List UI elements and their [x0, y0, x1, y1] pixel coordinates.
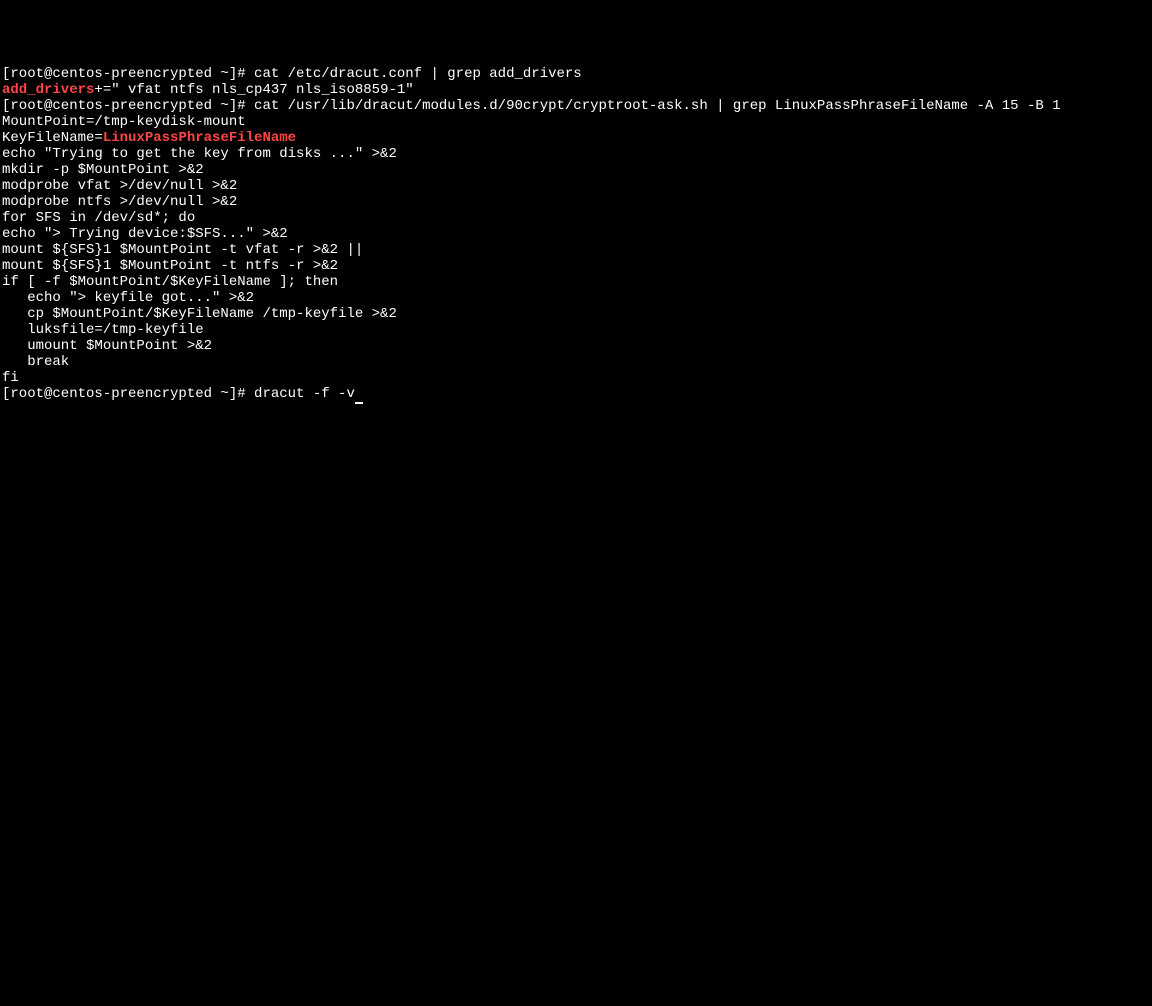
terminal-line: add_drivers+=" vfat ntfs nls_cp437 nls_i… [2, 82, 1150, 98]
prompt-line: [root@centos-preencrypted ~]# dracut -f … [2, 386, 355, 402]
terminal-line: cp $MountPoint/$KeyFileName /tmp-keyfile… [2, 306, 1150, 322]
terminal-line: for SFS in /dev/sd*; do [2, 210, 1150, 226]
terminal-line: [root@centos-preencrypted ~]# cat /usr/l… [2, 98, 1150, 114]
terminal-line: [root@centos-preencrypted ~]# dracut -f … [2, 386, 1150, 404]
terminal-line: echo "> keyfile got..." >&2 [2, 290, 1150, 306]
terminal-line: echo "Trying to get the key from disks .… [2, 146, 1150, 162]
terminal-line: modprobe ntfs >/dev/null >&2 [2, 194, 1150, 210]
text-segment: +=" vfat ntfs nls_cp437 nls_iso8859-1" [94, 82, 413, 98]
grep-match: add_drivers [2, 82, 94, 98]
terminal-line: mount ${SFS}1 $MountPoint -t vfat -r >&2… [2, 242, 1150, 258]
terminal-line: if [ -f $MountPoint/$KeyFileName ]; then [2, 274, 1150, 290]
terminal-line: luksfile=/tmp-keyfile [2, 322, 1150, 338]
cursor-icon [355, 386, 363, 404]
terminal-line: echo "> Trying device:$SFS..." >&2 [2, 226, 1150, 242]
terminal-screen[interactable]: [root@centos-preencrypted ~]# cat /etc/d… [2, 66, 1150, 926]
terminal-line: fi [2, 370, 1150, 386]
terminal-line: umount $MountPoint >&2 [2, 338, 1150, 354]
terminal-line: mount ${SFS}1 $MountPoint -t ntfs -r >&2 [2, 258, 1150, 274]
terminal-line: KeyFileName=LinuxPassPhraseFileName [2, 130, 1150, 146]
terminal-line: mkdir -p $MountPoint >&2 [2, 162, 1150, 178]
terminal-line: modprobe vfat >/dev/null >&2 [2, 178, 1150, 194]
grep-match: LinuxPassPhraseFileName [103, 130, 296, 146]
terminal-line: MountPoint=/tmp-keydisk-mount [2, 114, 1150, 130]
terminal-line: break [2, 354, 1150, 370]
text-segment: KeyFileName= [2, 130, 103, 146]
terminal-line: [root@centos-preencrypted ~]# cat /etc/d… [2, 66, 1150, 82]
